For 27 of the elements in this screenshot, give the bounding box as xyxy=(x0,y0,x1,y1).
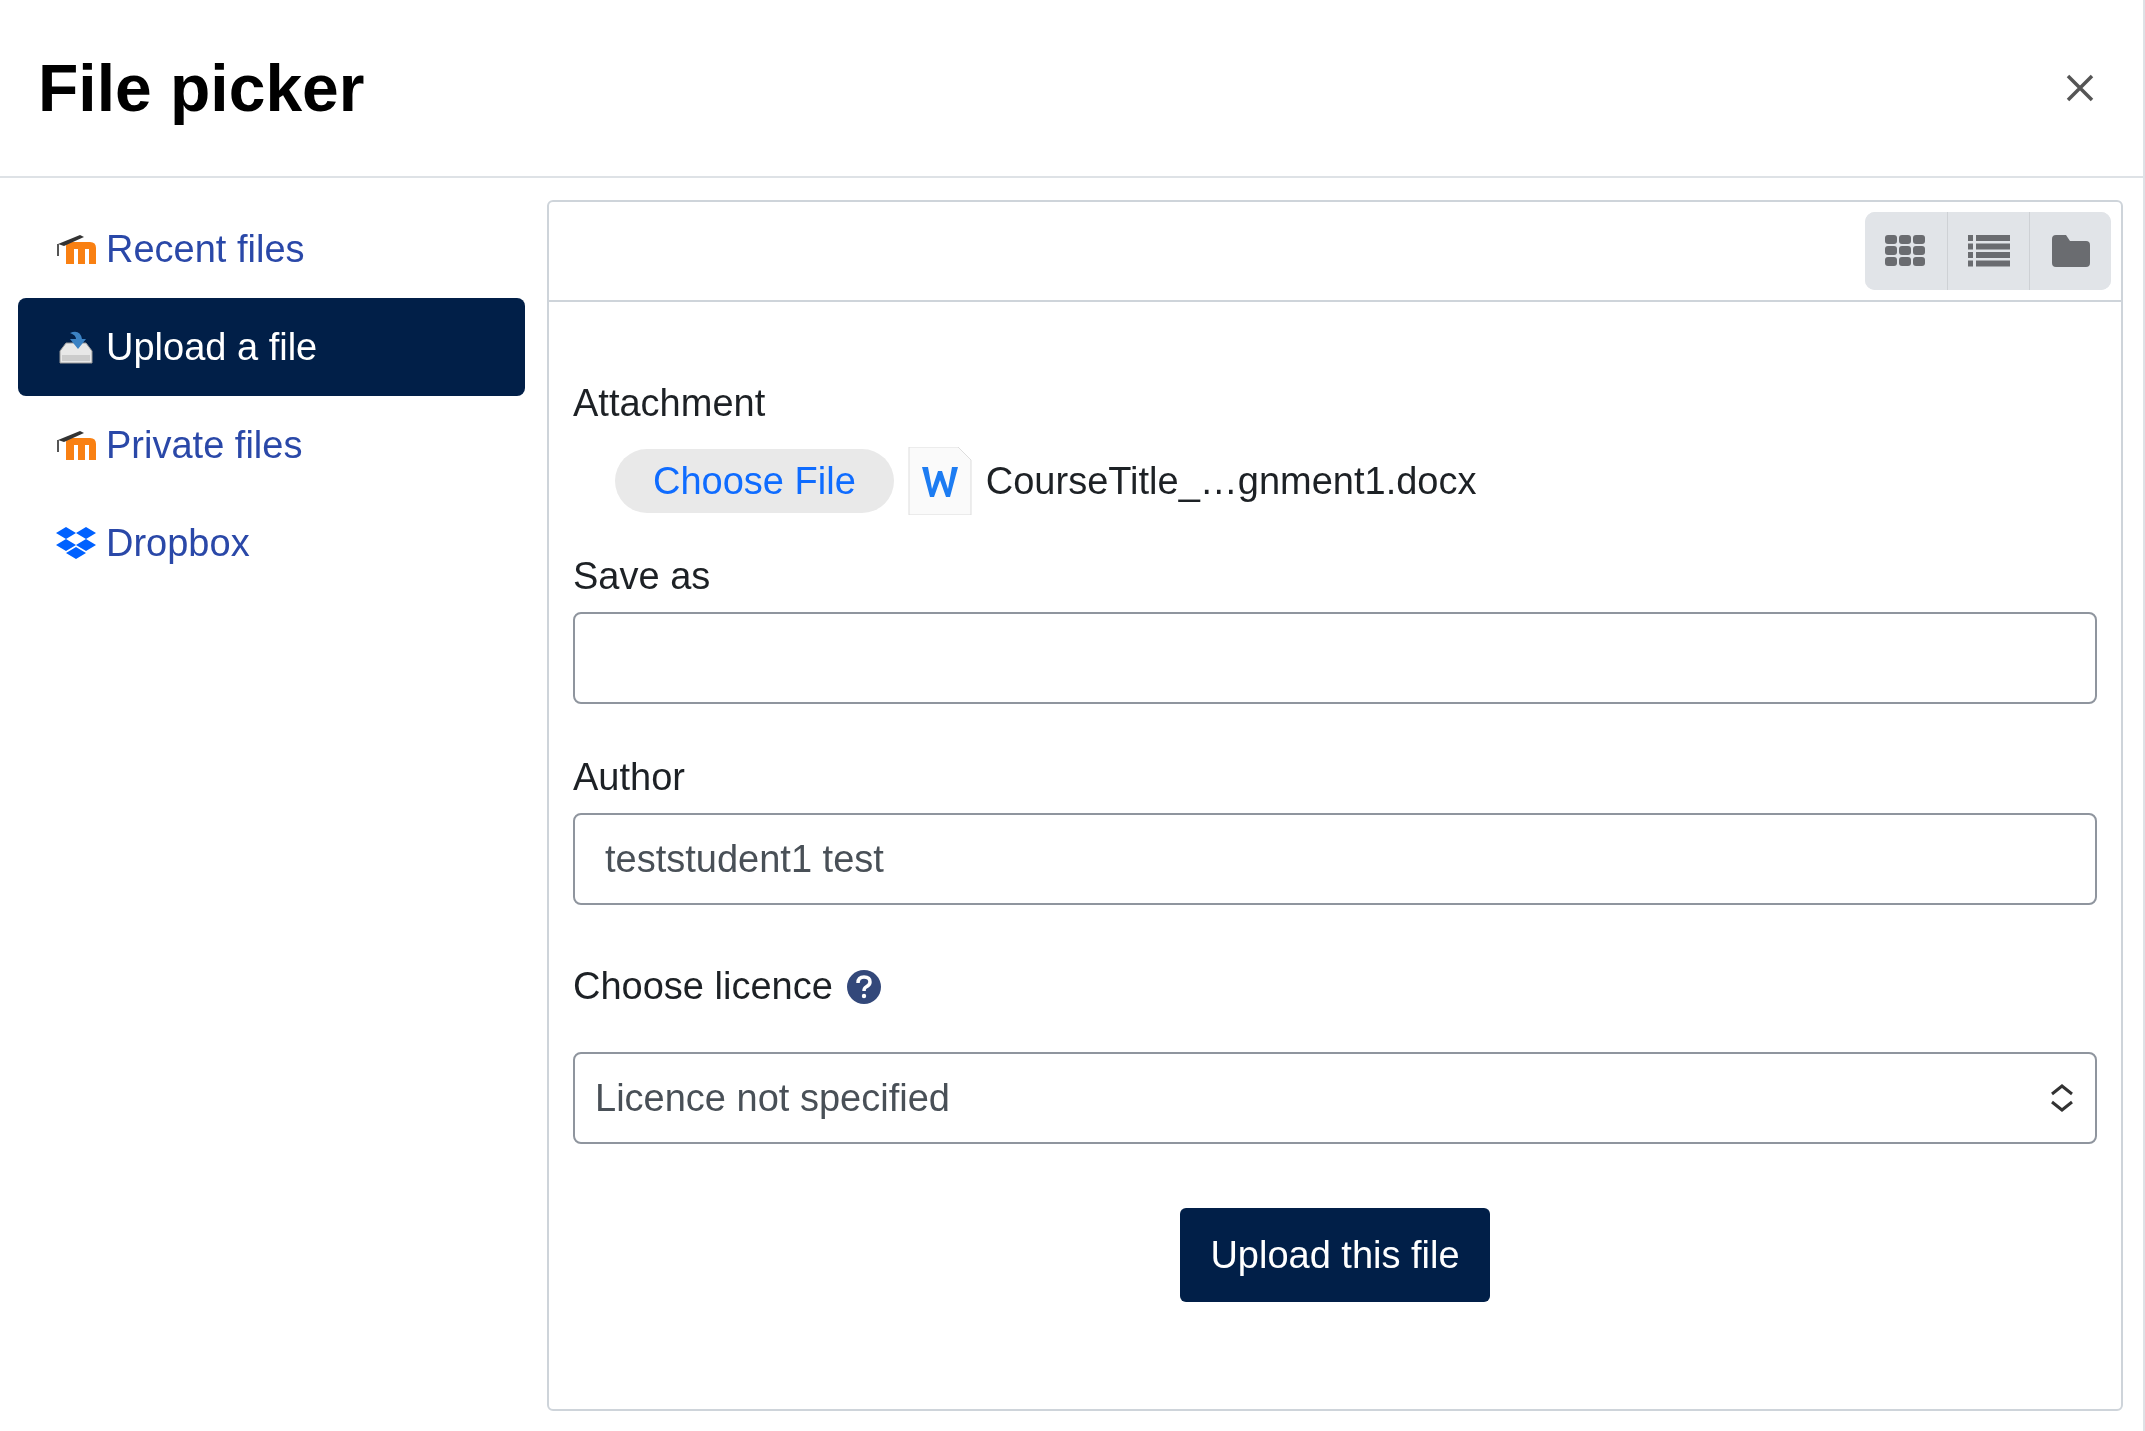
sidebar-item[interactable]: Recent files xyxy=(18,200,525,298)
file-name: CourseTitle_…gnment1.docx xyxy=(985,459,1477,503)
author-label: Author xyxy=(573,756,686,799)
word-document-icon xyxy=(907,447,972,515)
tree-view-button[interactable] xyxy=(2029,212,2111,290)
list-icon xyxy=(1967,235,2010,267)
author-field[interactable]: teststudent1 test xyxy=(573,813,2097,905)
upload-button[interactable]: Upload this file xyxy=(1180,1208,1490,1302)
save-as-field[interactable] xyxy=(573,612,2097,704)
upload-tray-icon xyxy=(56,329,96,365)
sidebar-item[interactable]: Upload a file xyxy=(18,298,525,396)
help-icon[interactable] xyxy=(846,969,881,1004)
save-as-label: Save as xyxy=(573,555,712,598)
choose-file-button[interactable]: Choose File xyxy=(615,449,894,513)
attachment-label: Attachment xyxy=(573,382,767,425)
licence-label: Choose licence xyxy=(573,965,833,1008)
dialog-title: File picker xyxy=(38,50,365,126)
graduation-cap-m-icon xyxy=(56,234,96,264)
grid-icon xyxy=(1885,235,1927,267)
dropbox-icon xyxy=(56,525,96,561)
graduation-cap-m-icon xyxy=(56,430,96,460)
close-icon xyxy=(2065,73,2095,103)
folder-icon xyxy=(2051,235,2090,267)
up-down-chevron-icon xyxy=(2049,1083,2075,1113)
licence-select[interactable]: Licence not specified xyxy=(573,1052,2097,1144)
sidebar-item[interactable]: Private files xyxy=(18,396,525,494)
sidebar-item[interactable]: Dropbox xyxy=(18,494,525,592)
